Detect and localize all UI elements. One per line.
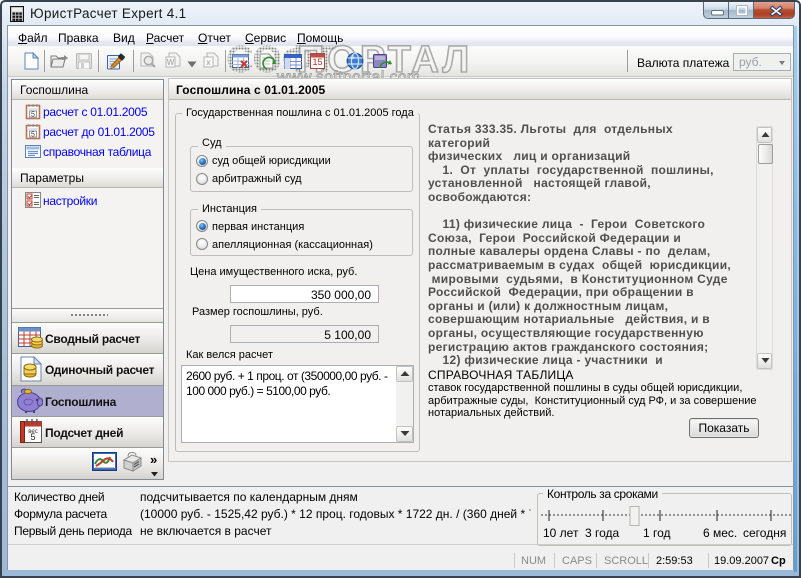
svg-text:5: 5 bbox=[31, 131, 35, 138]
svg-text:x: x bbox=[206, 58, 211, 67]
svg-text:5: 5 bbox=[31, 111, 35, 118]
svg-text:5: 5 bbox=[30, 432, 35, 442]
svg-text:W: W bbox=[167, 58, 175, 67]
svg-text:15: 15 bbox=[312, 57, 322, 67]
